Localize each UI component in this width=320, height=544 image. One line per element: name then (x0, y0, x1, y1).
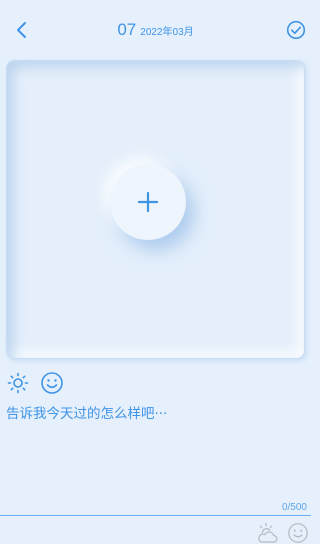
character-counter: 0/500 (281, 502, 307, 513)
entry-toolbar (6, 370, 74, 396)
date-year-month: 2022年03月 (140, 26, 194, 38)
done-button[interactable] (283, 17, 309, 43)
header-bar: 07 2022年03月 (0, 0, 311, 60)
date-day: 07 (117, 20, 137, 39)
add-photo-button[interactable] (110, 164, 186, 240)
page-title: 07 2022年03月 (0, 20, 311, 40)
diary-content-input[interactable] (6, 404, 305, 500)
check-circle-icon (286, 20, 306, 40)
divider (0, 515, 311, 516)
cloud-sun-icon (258, 522, 278, 543)
mood-button[interactable] (40, 371, 64, 395)
mood-picker-button[interactable] (287, 522, 309, 544)
smiley-icon (288, 523, 308, 543)
photo-panel (6, 60, 305, 359)
sun-icon (7, 372, 29, 394)
smiley-icon (41, 372, 63, 394)
weather-picker-button[interactable] (257, 522, 279, 544)
plus-icon (137, 191, 159, 213)
weather-button[interactable] (6, 371, 30, 395)
bottom-toolbar (249, 522, 309, 544)
